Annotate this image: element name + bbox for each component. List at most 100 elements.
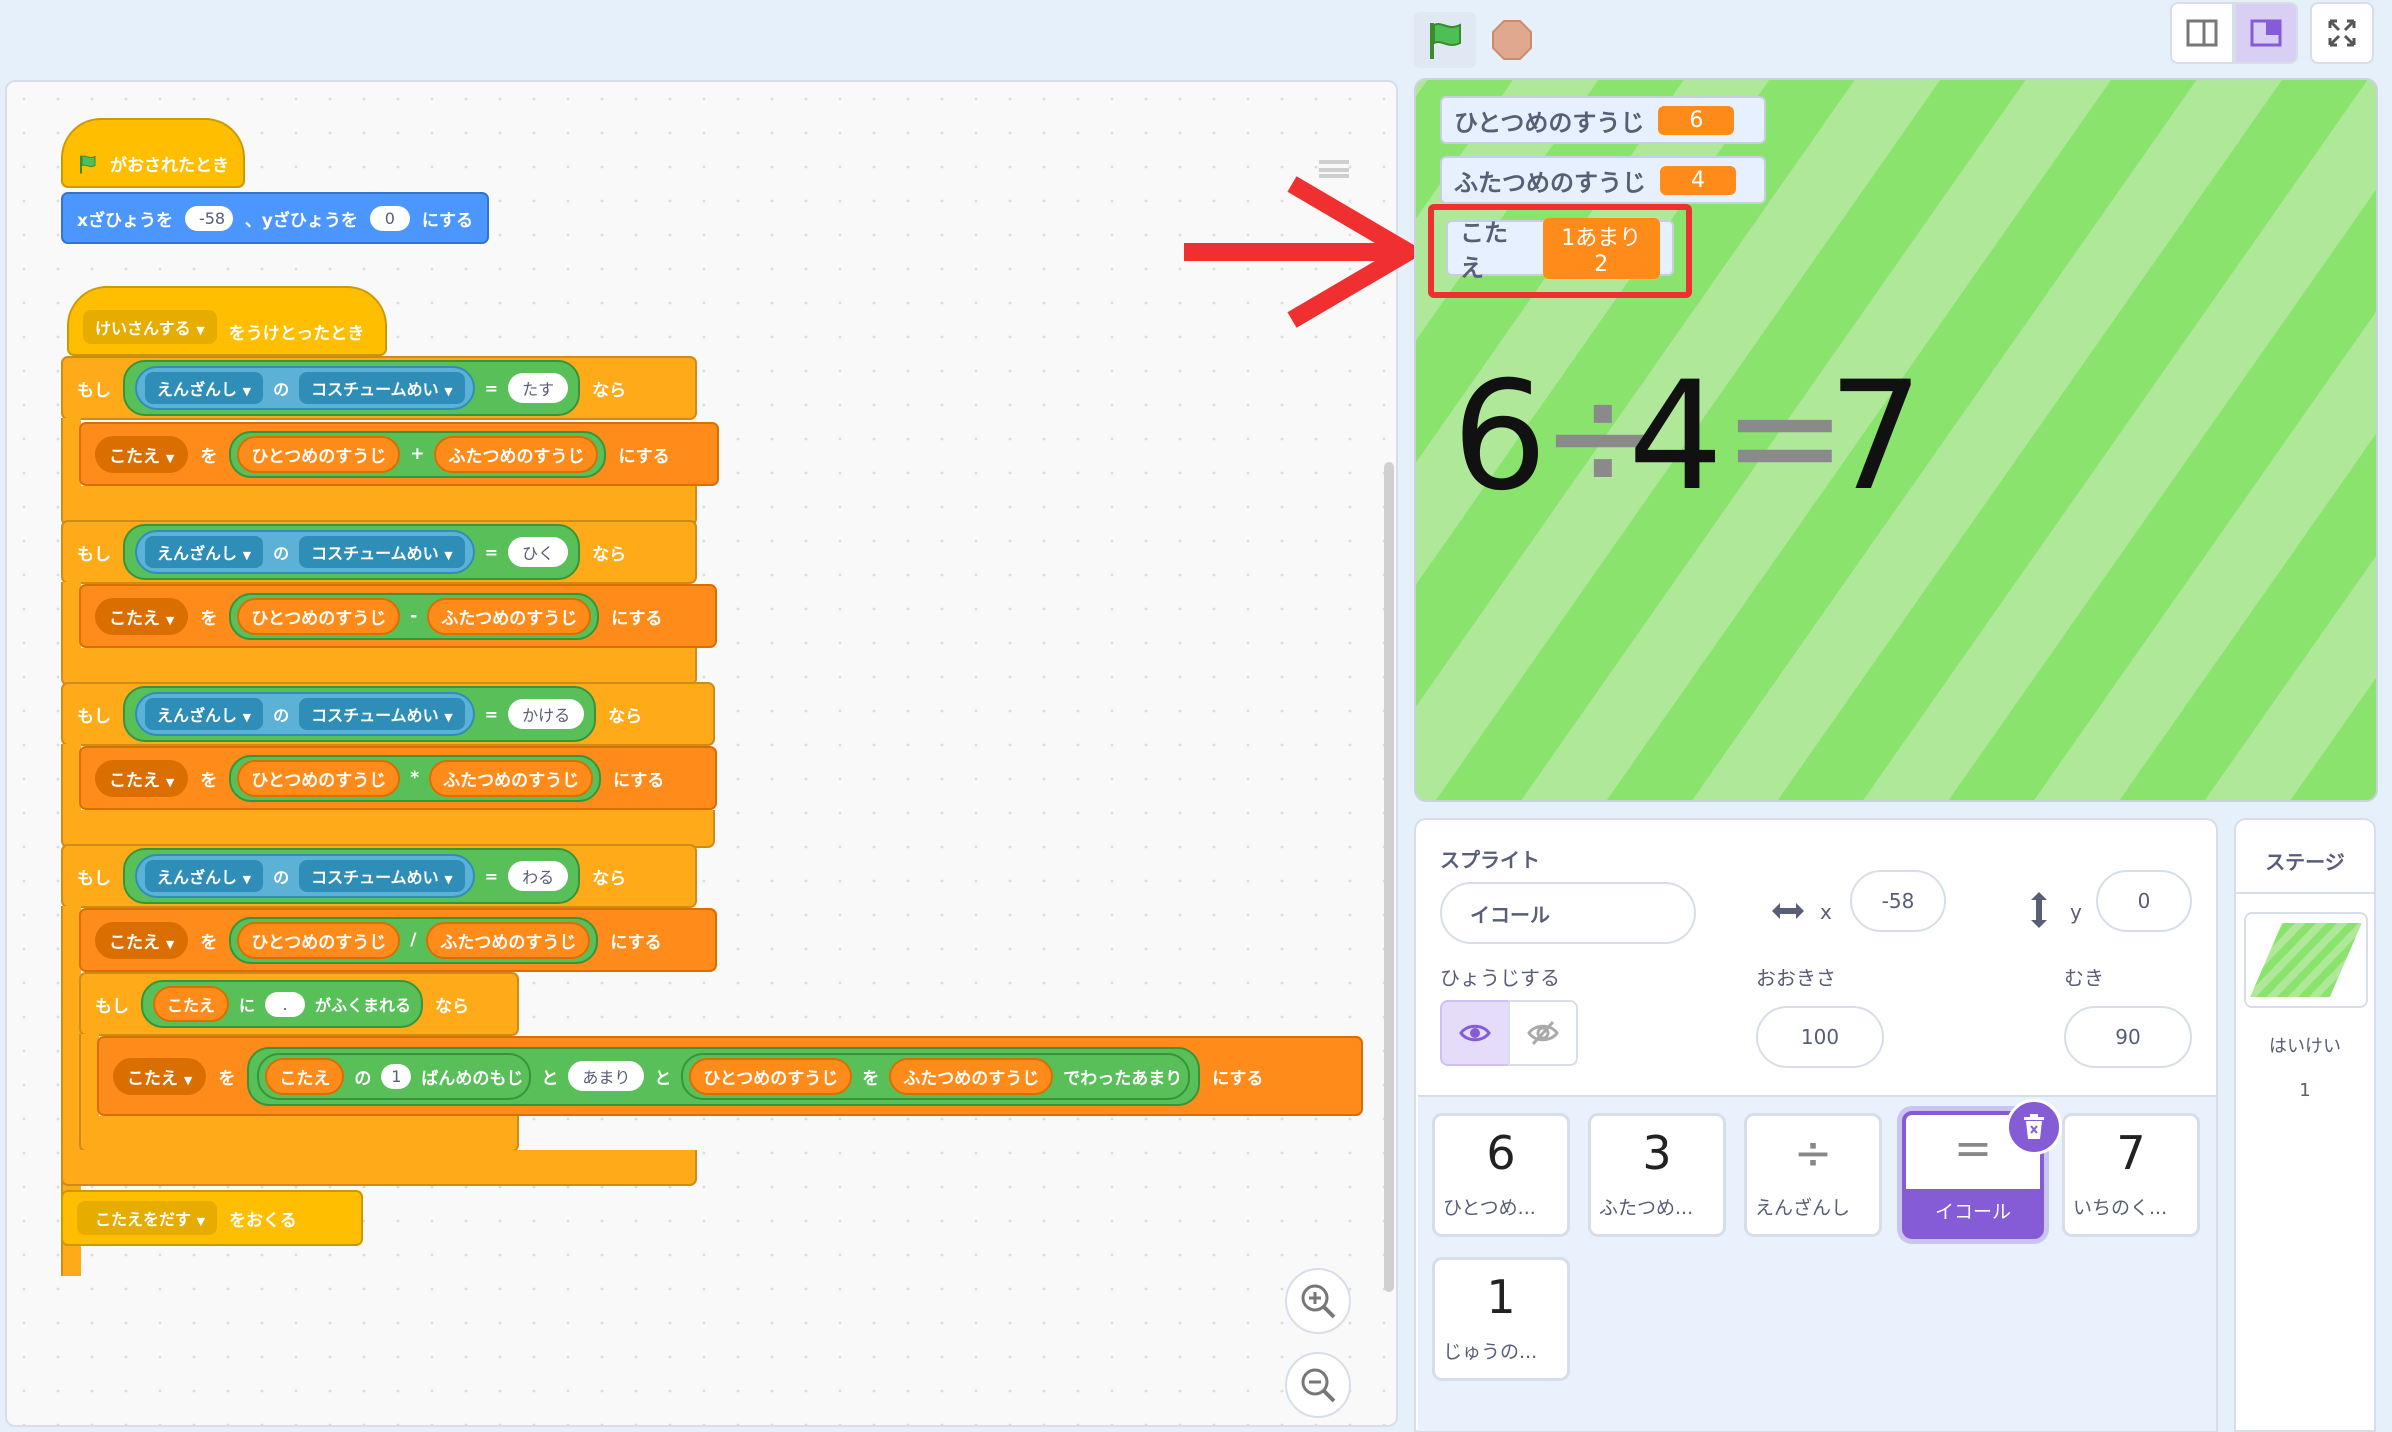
math-operator[interactable]: ひとつめのすうじ + ふたつめのすうじ	[229, 430, 607, 478]
zoom-in-button[interactable]	[1285, 1268, 1351, 1334]
stage-selector-panel[interactable]: ステージ はいけい 1	[2234, 818, 2376, 1432]
first-number-reporter[interactable]: ひとつめのすうじ	[237, 435, 401, 473]
normal-stage-button[interactable]	[2234, 2, 2298, 64]
size-input[interactable]: 100	[1756, 1006, 1884, 1068]
sprite-name-input[interactable]: イコール	[1440, 882, 1696, 944]
set-variable-block[interactable]: こたえ ▼ を こたえの 1 ばんめのもじ と あまり と ひとつめのすうじをふたつ…	[97, 1036, 1363, 1116]
equals-operator[interactable]: えんざんし ▼ のコスチュームめい ▼ = かける	[123, 686, 597, 742]
attribute-dropdown[interactable]: コスチュームめい ▼	[299, 372, 465, 404]
answer-reporter[interactable]: こたえ	[153, 986, 230, 1022]
sensing-of-reporter[interactable]: えんざんし ▼ のコスチュームめい ▼	[135, 530, 475, 574]
second-number-reporter[interactable]: ふたつめのすうじ	[889, 1057, 1054, 1095]
zoom-out-button[interactable]	[1285, 1352, 1351, 1418]
green-flag-button[interactable]	[1414, 12, 1476, 68]
direction-input[interactable]: 90	[2064, 1006, 2192, 1068]
compare-input[interactable]: ひく	[508, 537, 569, 567]
message-dropdown[interactable]: けいさんする ▼	[83, 310, 217, 344]
variable-dropdown[interactable]: こたえ ▼	[95, 759, 189, 797]
contains-input[interactable]: .	[265, 991, 306, 1017]
first-number-reporter[interactable]: ひとつめのすうじ	[237, 597, 401, 635]
show-hidden-button[interactable]	[1508, 1000, 1578, 1066]
math-operator[interactable]: ひとつめのすうじ * ふたつめのすうじ	[229, 754, 602, 802]
amari-input[interactable]: あまり	[568, 1061, 645, 1091]
math-operator[interactable]: ひとつめのすうじ - ふたつめのすうじ	[229, 592, 600, 640]
join-operator[interactable]: こたえの 1 ばんめのもじ と あまり と ひとつめのすうじをふたつめのすうじ でわっ…	[247, 1046, 1201, 1106]
sprite-tile[interactable]: ÷ えんざんし	[1744, 1113, 1882, 1237]
sprite-second-number[interactable]: 4	[1628, 362, 1723, 512]
x-input[interactable]: -58	[1850, 870, 1946, 932]
y-input[interactable]: 0	[2096, 870, 2192, 932]
when-receive-block[interactable]: けいさんする ▼ をうけとったとき	[67, 286, 387, 356]
math-operator[interactable]: ひとつめのすうじ / ふたつめのすうじ	[229, 916, 599, 964]
if-block[interactable]: もし えんざんし ▼ のコスチュームめい ▼ = わる なら	[61, 844, 697, 908]
variable-monitor[interactable]: こたえ 1あまり2	[1446, 217, 1674, 282]
letter-of-operator[interactable]: こたえの 1 ばんめのもじ	[257, 1052, 532, 1100]
sensing-of-reporter[interactable]: えんざんし ▼ のコスチュームめい ▼	[135, 854, 475, 898]
sprite-dropdown[interactable]: えんざんし ▼	[145, 860, 264, 892]
if-block[interactable]: もし えんざんし ▼ のコスチュームめい ▼ = たす なら	[61, 356, 697, 420]
if-block[interactable]: もし えんざんし ▼ のコスチュームめい ▼ = かける なら	[61, 682, 715, 746]
goto-x-input[interactable]: -58	[184, 205, 233, 231]
set-variable-block[interactable]: こたえ ▼ を ひとつめのすうじ / ふたつめのすうじ にする	[79, 908, 717, 972]
sprite-dropdown[interactable]: えんざんし ▼	[145, 698, 264, 730]
backdrop-thumbnail[interactable]	[2244, 912, 2368, 1008]
variable-dropdown[interactable]: こたえ ▼	[95, 435, 189, 473]
contains-operator[interactable]: こたえ に . がふくまれる	[141, 980, 424, 1028]
show-visible-button[interactable]	[1440, 1000, 1510, 1066]
first-number-reporter[interactable]: ひとつめのすうじ	[237, 759, 401, 797]
variable-dropdown[interactable]: こたえ ▼	[95, 921, 189, 959]
if-block[interactable]: もし えんざんし ▼ のコスチュームめい ▼ = ひく なら	[61, 520, 697, 584]
mod-operator[interactable]: ひとつめのすうじをふたつめのすうじ でわったあまり	[681, 1052, 1191, 1100]
answer-reporter[interactable]: こたえ	[265, 1057, 345, 1095]
letter-index-input[interactable]: 1	[381, 1063, 412, 1089]
first-number-reporter[interactable]: ひとつめのすうじ	[689, 1057, 853, 1095]
sprite-first-number[interactable]: 6	[1452, 362, 1547, 512]
attribute-dropdown[interactable]: コスチュームめい ▼	[299, 860, 465, 892]
hat-label: がおされたとき	[110, 156, 229, 176]
compare-input[interactable]: たす	[508, 373, 569, 403]
sprite-tile[interactable]: 1 じゅうの...	[1432, 1257, 1570, 1381]
second-number-reporter[interactable]: ふたつめのすうじ	[429, 759, 594, 797]
compare-input[interactable]: かける	[508, 699, 585, 729]
set-variable-block[interactable]: こたえ ▼ を ひとつめのすうじ * ふたつめのすうじ にする	[79, 746, 717, 810]
broadcast-dropdown[interactable]: こたえをだす ▼	[77, 1201, 218, 1235]
delete-sprite-button[interactable]	[2006, 1099, 2062, 1155]
small-stage-button[interactable]	[2170, 2, 2234, 64]
sprite-dropdown[interactable]: えんざんし ▼	[145, 372, 264, 404]
sprite-title: スプライト	[1440, 848, 1540, 872]
attribute-dropdown[interactable]: コスチュームめい ▼	[299, 698, 465, 730]
goto-xy-block[interactable]: xざひょうを -58 、yざひょうを 0 にする	[61, 192, 489, 244]
sensing-of-reporter[interactable]: えんざんし ▼ のコスチュームめい ▼	[135, 366, 475, 410]
stop-button[interactable]	[1486, 14, 1538, 66]
second-number-reporter[interactable]: ふたつめのすうじ	[426, 921, 591, 959]
when-flag-clicked-block[interactable]: がおされたとき	[61, 118, 245, 188]
sprite-tile[interactable]: 3 ふたつめ...	[1588, 1113, 1726, 1237]
equals-operator[interactable]: えんざんし ▼ のコスチュームめい ▼ = ひく	[123, 524, 581, 580]
equals-operator[interactable]: えんざんし ▼ のコスチュームめい ▼ = わる	[123, 848, 581, 904]
normal-stage-icon	[2250, 19, 2282, 47]
set-variable-block[interactable]: こたえ ▼ を ひとつめのすうじ - ふたつめのすうじ にする	[79, 584, 717, 648]
sprite-thumbnail: 1	[1486, 1270, 1516, 1324]
second-number-reporter[interactable]: ふたつめのすうじ	[434, 435, 599, 473]
variable-monitor[interactable]: ひとつめのすうじ 6	[1440, 96, 1766, 144]
sensing-of-reporter[interactable]: えんざんし ▼ のコスチュームめい ▼	[135, 692, 475, 736]
equals-operator[interactable]: えんざんし ▼ のコスチュームめい ▼ = たす	[123, 360, 581, 416]
variable-dropdown[interactable]: こたえ ▼	[95, 597, 189, 635]
attribute-dropdown[interactable]: コスチュームめい ▼	[299, 536, 465, 568]
compare-input[interactable]: わる	[508, 861, 569, 891]
goto-y-input[interactable]: 0	[369, 205, 410, 231]
fullscreen-button[interactable]	[2310, 2, 2374, 64]
first-number-reporter[interactable]: ひとつめのすうじ	[237, 921, 401, 959]
sprite-tile[interactable]: 7 いちのく...	[2062, 1113, 2200, 1237]
sprite-result[interactable]: 7	[1828, 362, 1923, 512]
stage[interactable]: ひとつめのすうじ 6 ふたつめのすうじ 4 こたえ 1あまり2 6 ÷ 4 = …	[1414, 78, 2378, 802]
vertical-scrollbar[interactable]	[1384, 462, 1394, 1292]
variable-monitor[interactable]: ふたつめのすうじ 4	[1440, 156, 1766, 204]
second-number-reporter[interactable]: ふたつめのすうじ	[427, 597, 592, 635]
sprite-dropdown[interactable]: えんざんし ▼	[145, 536, 264, 568]
set-variable-block[interactable]: こたえ ▼ を ひとつめのすうじ + ふたつめのすうじ にする	[79, 422, 719, 486]
variable-dropdown[interactable]: こたえ ▼	[113, 1057, 207, 1095]
nested-if-block[interactable]: もし こたえ に . がふくまれる なら	[79, 972, 519, 1036]
sprite-tile[interactable]: 6 ひとつめ...	[1432, 1113, 1570, 1237]
broadcast-block[interactable]: こたえをだす ▼ をおくる	[61, 1190, 363, 1246]
